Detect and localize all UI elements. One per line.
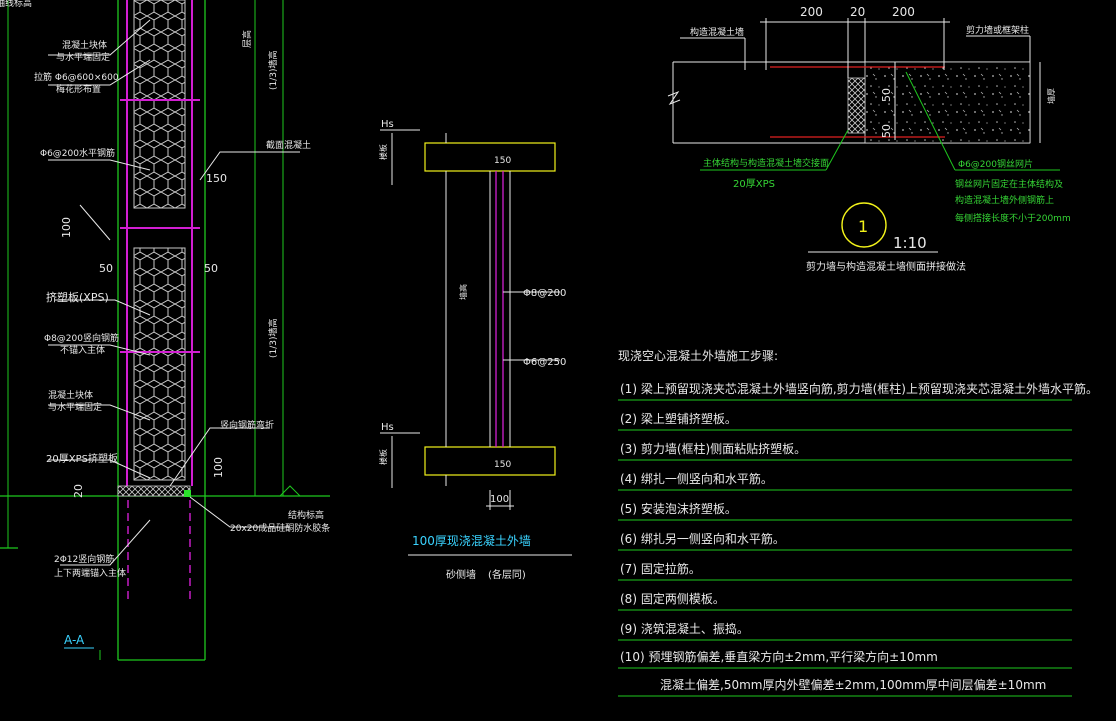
step-3: (3) 剪力墙(框柱)侧面粘贴挤塑板。 bbox=[620, 441, 806, 456]
step-10: (10) 预埋钢筋偏差,垂直梁方向±2mm,平行梁方向±10mm bbox=[620, 649, 938, 664]
dim-100-bottom: 100 bbox=[212, 457, 225, 478]
middle-section-note: (各层同) bbox=[488, 568, 526, 581]
middle-wall-section bbox=[380, 129, 572, 556]
step-6: (6) 绑扎另一侧竖向和水平筋。 bbox=[620, 531, 785, 546]
middle-section-labels: Hs Hs 楼板 楼板 150 150 Φ8@200 Φ6@250 墙高 100… bbox=[378, 119, 566, 581]
step-2: (2) 梁上塑铺挤塑板。 bbox=[620, 411, 737, 426]
detail-title: 剪力墙与构造混凝土墙侧面拼接做法 bbox=[806, 260, 966, 273]
label-horizontal-bar: Φ6@200水平钢筋 bbox=[40, 147, 115, 159]
label-fix-2: 与水平端固定 bbox=[48, 401, 102, 413]
left-wall-section bbox=[0, 0, 330, 661]
step-5: (5) 安装泡沫挤塑板。 bbox=[620, 501, 737, 516]
slab-label-bottom: 楼板 bbox=[378, 449, 388, 465]
step-4: (4) 绑扎一侧竖向和水平筋。 bbox=[620, 471, 773, 486]
label-plum-layout: 梅花形布置 bbox=[56, 83, 101, 95]
label-shear-wall: 剪力墙或框架柱 bbox=[966, 24, 1029, 36]
slab-label-top: 楼板 bbox=[378, 144, 388, 160]
note-mesh-4: 每侧搭接长度不小于200mm bbox=[955, 212, 1071, 224]
hs-top: Hs bbox=[381, 119, 394, 130]
label-concrete-block-2: 混凝土块体 bbox=[48, 389, 93, 401]
step-9: (9) 浇筑混凝土、振捣。 bbox=[620, 621, 749, 636]
step-10-tolerance: 混凝土偏差,50mm厚内外壁偏差±2mm,100mm厚中间层偏差±10mm bbox=[660, 677, 1046, 692]
label-section-concrete: 截面混凝土 bbox=[266, 139, 311, 151]
slab-width-top: 150 bbox=[494, 156, 511, 166]
dim-top-20: 20 bbox=[850, 5, 865, 19]
label-top-cut: 轴线标高 bbox=[0, 0, 32, 9]
dim-top-200-left: 200 bbox=[800, 5, 823, 19]
cad-drawing-canvas: 轴线标高 混凝土块体 与水平端固定 拉筋 Φ6@600×600 梅花形布置 Φ6… bbox=[0, 0, 1098, 697]
note-mesh-3: 构造混凝土墙外侧钢筋上 bbox=[955, 194, 1054, 206]
note-interface: 主体结构与构造混凝土墙交接面 bbox=[703, 157, 829, 169]
xps-block-upper bbox=[133, 0, 186, 209]
label-vertical-bar: Φ8@200竖向钢筋 bbox=[44, 332, 119, 344]
vdim-floor-height: 层高 bbox=[241, 30, 253, 48]
label-2phi12: 2Φ12竖向钢筋 bbox=[54, 553, 114, 565]
middle-section-title: 100厚现浇混凝土外墙 bbox=[412, 533, 531, 548]
label-sealant-strip: 20x20成品硅酮防水胶条 bbox=[230, 522, 330, 534]
step-1: (1) 梁上预留现浇夹芯混凝土外墙竖向筋,剪力墙(框柱)上预留现浇夹芯混凝土外墙… bbox=[620, 381, 1098, 396]
bar-horizontal-label: Φ6@250 bbox=[523, 357, 566, 368]
label-construct-wall: 构造混凝土墙 bbox=[690, 26, 744, 38]
dim-50-left: 50 bbox=[99, 262, 113, 275]
bar-vertical-label: Φ8@200 bbox=[523, 288, 566, 299]
label-xps-20: 20厚XPS挤塑板 bbox=[46, 452, 118, 465]
label-concrete-block-1: 混凝土块体 bbox=[62, 39, 107, 51]
wall-thickness-dim: 100 bbox=[490, 494, 509, 505]
step-7: (7) 固定拉筋。 bbox=[620, 561, 701, 576]
xps-block-lower bbox=[133, 247, 186, 481]
vdim-third-1: (1/3)墙高 bbox=[267, 50, 279, 90]
note-mesh-1: Φ6@200钢丝网片 bbox=[958, 158, 1033, 170]
dim-50-upper: 50 bbox=[880, 88, 893, 102]
step-8: (8) 固定两侧模板。 bbox=[620, 591, 725, 606]
dim-50-right: 50 bbox=[204, 262, 218, 275]
dim-wall-thickness: 墙厚 bbox=[1046, 88, 1056, 104]
construction-steps: 现浇空心混凝土外墙施工步骤: (1) 梁上预留现浇夹芯混凝土外墙竖向筋,剪力墙(… bbox=[618, 348, 1098, 697]
label-structure-elevation: 结构标高 bbox=[288, 509, 324, 521]
label-bent-bar: 竖向钢筋弯折 bbox=[220, 419, 274, 431]
label-tie-bar: 拉筋 Φ6@600×600 bbox=[34, 71, 119, 83]
section-mark-aa: A-A bbox=[64, 633, 85, 647]
wall-height-label: 墙高 bbox=[458, 284, 468, 300]
slab-width-bottom: 150 bbox=[494, 460, 511, 470]
dim-100-vertical: 100 bbox=[60, 217, 73, 238]
steps-heading: 现浇空心混凝土外墙施工步骤: bbox=[618, 348, 778, 363]
label-anchor-ends: 上下两端锚入主体 bbox=[54, 567, 126, 579]
dim-150: 150 bbox=[206, 172, 227, 185]
note-mesh-2: 钢丝网片固定在主体结构及 bbox=[955, 178, 1063, 190]
label-no-anchor: 不锚入主体 bbox=[60, 344, 105, 356]
hs-bottom: Hs bbox=[381, 422, 394, 433]
dim-top-200-right: 200 bbox=[892, 5, 915, 19]
dim-50-lower: 50 bbox=[880, 124, 893, 138]
label-fix-1: 与水平端固定 bbox=[56, 51, 110, 63]
detail-number: 1 bbox=[858, 217, 868, 236]
detail-scale: 1:10 bbox=[893, 234, 927, 252]
label-xps-board: 挤塑板(XPS) bbox=[46, 290, 109, 304]
note-xps-20: 20厚XPS bbox=[733, 178, 775, 190]
middle-section-subtitle: 砂侧墙 bbox=[446, 568, 476, 581]
vdim-third-2: (1/3)墙高 bbox=[267, 318, 279, 358]
dim-20: 20 bbox=[72, 484, 85, 498]
